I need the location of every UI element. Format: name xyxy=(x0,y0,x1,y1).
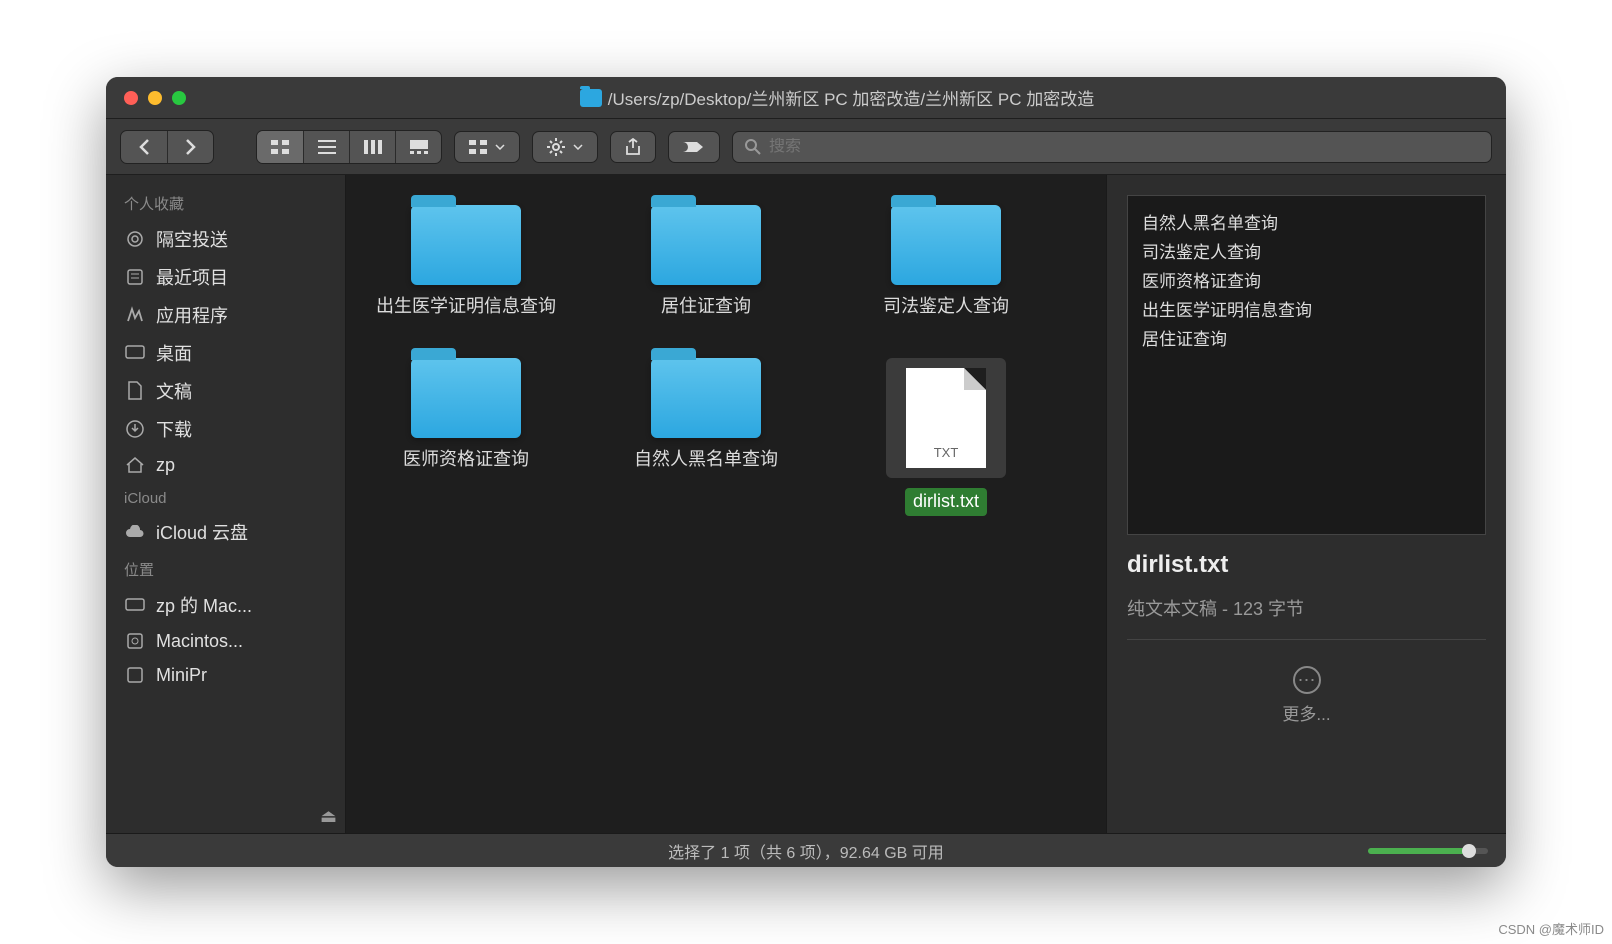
folder-icon xyxy=(580,89,602,107)
cloud-icon xyxy=(124,521,146,543)
folder-icon xyxy=(651,205,761,285)
group-by-button[interactable] xyxy=(454,131,520,163)
preview-more[interactable]: ⋯ 更多... xyxy=(1127,666,1486,725)
folder-item[interactable]: 出生医学证明信息查询 xyxy=(376,205,556,318)
back-button[interactable] xyxy=(121,131,167,163)
window-path: /Users/zp/Desktop/兰州新区 PC 加密改造/兰州新区 PC 加… xyxy=(608,85,1094,110)
column-view-button[interactable] xyxy=(349,131,395,163)
folder-icon xyxy=(411,358,521,438)
sidebar-item-label: iCloud 云盘 xyxy=(156,519,248,545)
desktop-icon xyxy=(124,342,146,364)
preview-subtitle: 纯文本文稿 - 123 字节 xyxy=(1127,595,1486,640)
search-input[interactable] xyxy=(769,138,1479,156)
sidebar-item-icloud-drive[interactable]: iCloud 云盘 xyxy=(106,513,345,551)
sidebar-item-label: 隔空投送 xyxy=(156,226,228,252)
sidebar-item-label: Macintos... xyxy=(156,631,243,652)
applications-icon xyxy=(124,304,146,326)
preview-pane: 自然人黑名单查询司法鉴定人查询医师资格证查询出生医学证明信息查询居住证查询 di… xyxy=(1106,175,1506,833)
tag-icon xyxy=(683,140,705,154)
nav-buttons xyxy=(120,130,214,164)
eject-icon[interactable]: ⏏ xyxy=(320,806,337,827)
airdrop-icon xyxy=(124,228,146,250)
sidebar-section-icloud: iCloud xyxy=(106,482,345,513)
window-controls xyxy=(124,91,186,105)
sidebar-item-minipr[interactable]: MiniPr ⏏ xyxy=(106,658,345,692)
list-view-button[interactable] xyxy=(303,131,349,163)
disk-icon xyxy=(124,664,146,686)
forward-button[interactable] xyxy=(167,131,213,163)
computer-icon xyxy=(124,594,146,616)
folder-item[interactable]: 自然人黑名单查询 xyxy=(616,358,796,515)
disk-usage-bar[interactable] xyxy=(1368,848,1488,854)
sidebar-item-home[interactable]: zp xyxy=(106,448,345,482)
sidebar-item-label: 文稿 xyxy=(156,378,192,404)
preview-filename: dirlist.txt xyxy=(1127,551,1486,579)
statusbar: 选择了 1 项（共 6 项），92.64 GB 可用 xyxy=(106,833,1506,867)
disk-icon xyxy=(124,630,146,652)
item-label: 医师资格证查询 xyxy=(403,448,529,471)
chevron-down-icon xyxy=(573,144,583,150)
sidebar-section-locations: 位置 xyxy=(106,551,345,586)
sidebar-item-label: 下载 xyxy=(156,416,192,442)
sidebar-item-label: 桌面 xyxy=(156,340,192,366)
folder-icon xyxy=(891,205,1001,285)
body: 个人收藏 隔空投送 最近项目 应用程序 桌面 文稿 下载 zp iCloud i… xyxy=(106,175,1506,833)
finder-window: /Users/zp/Desktop/兰州新区 PC 加密改造/兰州新区 PC 加… xyxy=(106,77,1506,867)
gear-icon xyxy=(547,138,565,156)
file-icon: TXT xyxy=(886,358,1006,478)
item-label: 自然人黑名单查询 xyxy=(634,448,778,471)
share-icon xyxy=(625,138,641,156)
minimize-button[interactable] xyxy=(148,91,162,105)
folder-icon xyxy=(651,358,761,438)
sidebar: 个人收藏 隔空投送 最近项目 应用程序 桌面 文稿 下载 zp iCloud i… xyxy=(106,175,346,833)
window-title: /Users/zp/Desktop/兰州新区 PC 加密改造/兰州新区 PC 加… xyxy=(186,85,1488,110)
maximize-button[interactable] xyxy=(172,91,186,105)
sidebar-item-label: zp 的 Mac... xyxy=(156,592,252,618)
chevron-down-icon xyxy=(495,144,505,150)
sidebar-item-computer[interactable]: zp 的 Mac... xyxy=(106,586,345,624)
folder-item[interactable]: 司法鉴定人查询 xyxy=(856,205,1036,318)
share-button[interactable] xyxy=(610,131,656,163)
toolbar xyxy=(106,119,1506,175)
tags-button[interactable] xyxy=(668,131,720,163)
sidebar-item-label: MiniPr xyxy=(156,665,207,686)
sidebar-item-label: 最近项目 xyxy=(156,264,228,290)
close-button[interactable] xyxy=(124,91,138,105)
sidebar-item-desktop[interactable]: 桌面 xyxy=(106,334,345,372)
file-grid[interactable]: 出生医学证明信息查询 居住证查询 司法鉴定人查询医师资格证查询 自然人黑名单查询 TXT… xyxy=(346,175,1106,833)
sidebar-item-macintosh-hd[interactable]: Macintos... xyxy=(106,624,345,658)
search-icon xyxy=(745,139,761,155)
home-icon xyxy=(124,454,146,476)
file-item[interactable]: TXT dirlist.txt xyxy=(856,358,1036,515)
sidebar-item-applications[interactable]: 应用程序 xyxy=(106,296,345,334)
preview-content: 自然人黑名单查询司法鉴定人查询医师资格证查询出生医学证明信息查询居住证查询 xyxy=(1127,195,1486,535)
sidebar-item-documents[interactable]: 文稿 xyxy=(106,372,345,410)
gallery-view-button[interactable] xyxy=(395,131,441,163)
folder-icon xyxy=(411,205,521,285)
sidebar-item-label: zp xyxy=(156,455,175,476)
more-icon: ⋯ xyxy=(1293,666,1321,694)
sidebar-section-favorites: 个人收藏 xyxy=(106,185,345,220)
action-button[interactable] xyxy=(532,131,598,163)
titlebar: /Users/zp/Desktop/兰州新区 PC 加密改造/兰州新区 PC 加… xyxy=(106,77,1506,119)
view-mode-group xyxy=(256,130,442,164)
item-label: 司法鉴定人查询 xyxy=(883,295,1009,318)
downloads-icon xyxy=(124,418,146,440)
sidebar-item-airdrop[interactable]: 隔空投送 xyxy=(106,220,345,258)
search-field[interactable] xyxy=(732,131,1492,163)
sidebar-item-recents[interactable]: 最近项目 xyxy=(106,258,345,296)
icon-view-button[interactable] xyxy=(257,131,303,163)
item-label: 出生医学证明信息查询 xyxy=(376,295,556,318)
recents-icon xyxy=(124,266,146,288)
folder-item[interactable]: 医师资格证查询 xyxy=(376,358,556,515)
sidebar-item-label: 应用程序 xyxy=(156,302,228,328)
documents-icon xyxy=(124,380,146,402)
item-label: dirlist.txt xyxy=(905,488,987,515)
folder-item[interactable]: 居住证查询 xyxy=(616,205,796,318)
item-label: 居住证查询 xyxy=(661,295,751,318)
watermark: CSDN @魔术师ID xyxy=(1498,919,1604,938)
status-text: 选择了 1 项（共 6 项），92.64 GB 可用 xyxy=(668,839,944,863)
more-label: 更多... xyxy=(1282,700,1330,725)
sidebar-item-downloads[interactable]: 下载 xyxy=(106,410,345,448)
